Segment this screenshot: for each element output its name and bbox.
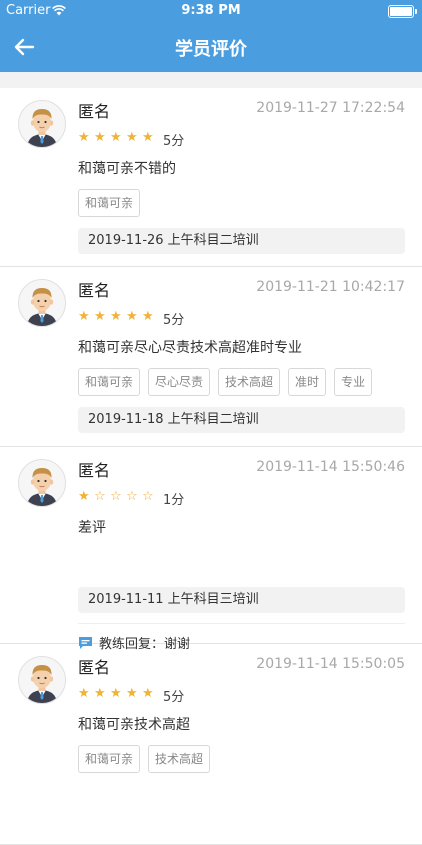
- reviewer-name: 匿名: [78, 461, 111, 480]
- star-filled-icon: ★: [78, 489, 91, 504]
- star-filled-icon: ★: [126, 309, 139, 324]
- rating-stars: ★ ★ ★ ★ ★: [78, 309, 158, 324]
- navigation-bar: 学员评价: [0, 22, 422, 72]
- review-comment: 差评: [78, 520, 106, 536]
- rating-score: 1分: [163, 493, 185, 508]
- star-outline-icon: ☆: [94, 489, 107, 504]
- rating-stars: ★ ★ ★ ★ ★: [78, 130, 158, 145]
- review-item: 匿名 2019-11-14 15:50:05 ★ ★ ★ ★ ★ 5分 和蔼可亲技术高超…: [0, 644, 422, 845]
- rating-score: 5分: [163, 690, 185, 705]
- star-filled-icon: ★: [94, 130, 107, 145]
- star-filled-icon: ★: [142, 130, 155, 145]
- review-tag[interactable]: 准时: [288, 368, 327, 396]
- review-tag[interactable]: 和蔼可亲: [78, 745, 141, 773]
- user-avatar-icon: [18, 100, 66, 148]
- review-item: 匿名 2019-11-27 17:22:54 ★ ★ ★ ★ ★ 5分 和蔼可亲不错的和…: [0, 88, 422, 267]
- star-outline-icon: ☆: [126, 489, 139, 504]
- battery-icon: [388, 5, 417, 18]
- review-item: 匿名 2019-11-14 15:50:46 ★ ☆ ☆ ☆ ☆ 1分 差评 2019-1…: [0, 447, 422, 652]
- review-tag[interactable]: 技术高超: [218, 368, 281, 396]
- star-filled-icon: ★: [78, 130, 91, 145]
- reviewer-name: 匿名: [78, 102, 111, 121]
- user-avatar-icon: [18, 656, 66, 704]
- user-avatar-icon: [18, 279, 66, 327]
- page-title: 学员评价: [175, 39, 247, 60]
- review-tag[interactable]: 尽心尽责: [148, 368, 211, 396]
- training-session: 2019-11-18 上午科目二培训: [78, 407, 405, 433]
- section-gap: [0, 72, 422, 88]
- status-bar: Carrier 9:38 PM: [0, 0, 422, 22]
- star-outline-icon: ☆: [142, 489, 155, 504]
- rating-score: 5分: [163, 134, 185, 149]
- review-tag[interactable]: 技术高超: [148, 745, 211, 773]
- user-avatar-icon: [18, 459, 66, 507]
- training-session: 2019-11-26 上午科目二培训: [78, 228, 405, 254]
- star-filled-icon: ★: [94, 309, 107, 324]
- star-filled-icon: ★: [94, 686, 107, 701]
- star-filled-icon: ★: [126, 130, 139, 145]
- review-tag[interactable]: 专业: [334, 368, 373, 396]
- review-item: 匿名 2019-11-21 10:42:17 ★ ★ ★ ★ ★ 5分 和蔼可亲尽心尽责…: [0, 267, 422, 447]
- rating-stars: ★ ☆ ☆ ☆ ☆: [78, 489, 158, 504]
- rating-stars: ★ ★ ★ ★ ★: [78, 686, 158, 701]
- review-tags: 和蔼可亲 技术高超: [78, 745, 218, 773]
- star-filled-icon: ★: [110, 130, 123, 145]
- review-list: 匿名 2019-11-27 17:22:54 ★ ★ ★ ★ ★ 5分 和蔼可亲不错的和…: [0, 88, 422, 845]
- review-comment: 和蔼可亲尽心尽责技术高超准时专业: [78, 340, 302, 356]
- review-tags: 和蔼可亲: [78, 189, 148, 217]
- review-date: 2019-11-14 15:50:05: [256, 656, 405, 672]
- review-tag[interactable]: 和蔼可亲: [78, 368, 141, 396]
- review-date: 2019-11-21 10:42:17: [256, 279, 405, 295]
- star-filled-icon: ★: [78, 309, 91, 324]
- reviewer-name: 匿名: [78, 658, 111, 677]
- review-tags: 和蔼可亲 尽心尽责 技术高超 准时 专业: [78, 368, 380, 396]
- reviewer-name: 匿名: [78, 281, 111, 300]
- review-date: 2019-11-14 15:50:46: [256, 459, 405, 475]
- star-outline-icon: ☆: [110, 489, 123, 504]
- review-tag[interactable]: 和蔼可亲: [78, 189, 141, 217]
- star-filled-icon: ★: [110, 686, 123, 701]
- star-filled-icon: ★: [110, 309, 123, 324]
- review-comment: 和蔼可亲技术高超: [78, 717, 190, 733]
- status-time: 9:38 PM: [181, 3, 241, 18]
- top-bar: Carrier 9:38 PM 学员评价: [0, 0, 422, 72]
- review-comment: 和蔼可亲不错的: [78, 161, 176, 177]
- star-filled-icon: ★: [126, 686, 139, 701]
- star-filled-icon: ★: [142, 309, 155, 324]
- star-filled-icon: ★: [142, 686, 155, 701]
- rating-score: 5分: [163, 313, 185, 328]
- review-date: 2019-11-27 17:22:54: [256, 100, 405, 116]
- training-session: 2019-11-11 上午科目三培训: [78, 587, 405, 613]
- star-filled-icon: ★: [78, 686, 91, 701]
